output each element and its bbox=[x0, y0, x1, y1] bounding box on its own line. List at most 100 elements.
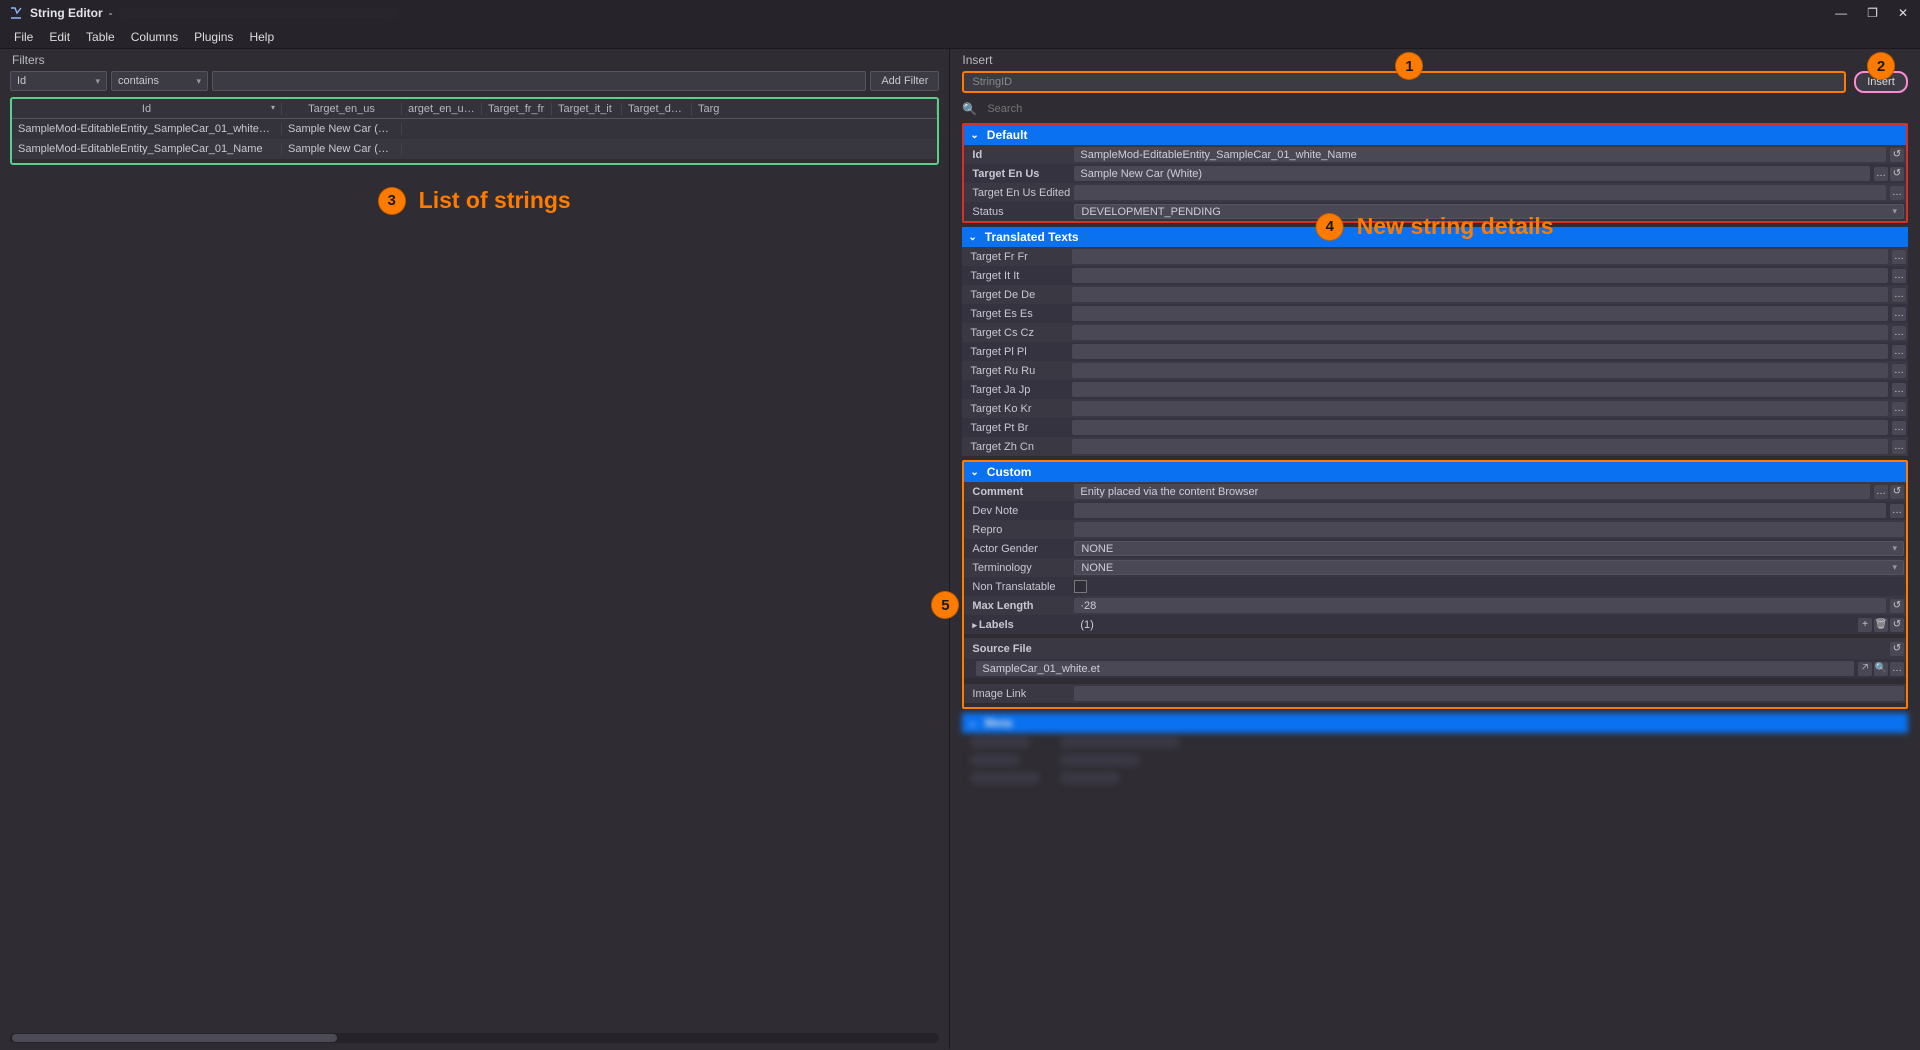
revert-icon[interactable]: ↺ bbox=[1890, 148, 1904, 162]
menu-plugins[interactable]: Plugins bbox=[194, 30, 233, 44]
prop-value-translated[interactable] bbox=[1072, 287, 1888, 302]
col-header-target-en-us-edited[interactable]: arget_en_us_editer bbox=[402, 103, 482, 115]
prop-value-translated[interactable] bbox=[1072, 268, 1888, 283]
window-close-button[interactable]: ✕ bbox=[1894, 4, 1912, 22]
window-minimize-button[interactable]: — bbox=[1831, 4, 1851, 22]
col-header-target-it[interactable]: Target_it_it bbox=[552, 103, 622, 115]
prop-value-translated[interactable] bbox=[1072, 382, 1888, 397]
prop-label-comment: Comment bbox=[972, 486, 1074, 498]
filter-operator-select[interactable]: contains bbox=[111, 71, 208, 91]
filter-value-input[interactable] bbox=[212, 71, 866, 91]
caption-list-of-strings: 3 List of strings bbox=[0, 167, 949, 234]
prop-value-repro[interactable] bbox=[1074, 522, 1904, 537]
revert-icon[interactable]: ↺ bbox=[1890, 599, 1904, 613]
prop-value-translated[interactable] bbox=[1072, 420, 1888, 435]
prop-label-translated: Target Zh Cn bbox=[970, 441, 1072, 453]
col-header-rest[interactable]: Targ bbox=[692, 103, 937, 115]
table-row[interactable]: SampleMod-EditableEntity_SampleCar_01_Na… bbox=[12, 139, 937, 159]
translated-row: Target De De … bbox=[962, 285, 1908, 304]
open-external-icon[interactable]: 🡥 bbox=[1858, 662, 1872, 676]
prop-label-dev-note: Dev Note bbox=[972, 505, 1074, 517]
section-header-custom[interactable]: ⌄ Custom bbox=[964, 462, 1906, 482]
prop-label-translated: Target Fr Fr bbox=[970, 251, 1072, 263]
menu-table[interactable]: Table bbox=[86, 30, 115, 44]
prop-label-translated: Target Ko Kr bbox=[970, 403, 1072, 415]
prop-value-translated[interactable] bbox=[1072, 249, 1888, 264]
prop-label-translated: Target De De bbox=[970, 289, 1072, 301]
translated-row: Target Pl Pl… bbox=[962, 342, 1908, 361]
prop-value-target-en-us[interactable]: Sample New Car (White) bbox=[1074, 166, 1870, 181]
prop-value-translated[interactable] bbox=[1072, 344, 1888, 359]
expand-icon[interactable]: … bbox=[1874, 485, 1888, 499]
menu-file[interactable]: File bbox=[14, 30, 33, 44]
callout-5: 5 bbox=[932, 592, 958, 618]
col-header-target-en-us[interactable]: Target_en_us bbox=[282, 103, 402, 115]
section-default: ⌄ Default Id SampleMod-EditableEntity_Sa… bbox=[962, 123, 1908, 223]
expand-icon[interactable]: … bbox=[1890, 504, 1904, 518]
prop-value-id[interactable]: SampleMod-EditableEntity_SampleCar_01_wh… bbox=[1074, 147, 1886, 162]
prop-value-actor-gender[interactable]: NONE bbox=[1074, 541, 1904, 556]
chevron-down-icon: ⌄ bbox=[970, 467, 978, 478]
window-maximize-button[interactable]: ❐ bbox=[1863, 4, 1882, 22]
menu-help[interactable]: Help bbox=[249, 30, 274, 44]
translated-row: Target Cs Cz… bbox=[962, 323, 1908, 342]
add-icon[interactable]: + bbox=[1858, 618, 1872, 632]
col-header-id[interactable]: Id bbox=[12, 103, 282, 115]
section-header-default[interactable]: ⌄ Default bbox=[964, 125, 1906, 145]
expand-icon[interactable]: … bbox=[1874, 167, 1888, 181]
checkbox-non-translatable[interactable] bbox=[1074, 580, 1087, 593]
remove-icon[interactable]: 🗑 bbox=[1874, 618, 1888, 632]
search-icon[interactable]: 🔍 bbox=[1874, 662, 1888, 676]
col-header-target-de[interactable]: Target_de_de bbox=[622, 103, 692, 115]
expand-icon[interactable]: … bbox=[1890, 662, 1904, 676]
search-input[interactable] bbox=[985, 99, 1908, 119]
prop-value-terminology[interactable]: NONE bbox=[1074, 560, 1904, 575]
expand-icon[interactable]: … bbox=[1892, 364, 1906, 378]
prop-value-translated[interactable] bbox=[1072, 363, 1888, 378]
prop-value-translated[interactable] bbox=[1072, 325, 1888, 340]
add-filter-button[interactable]: Add Filter bbox=[870, 71, 939, 91]
cell-target: Sample New Car (Black) bbox=[282, 143, 402, 155]
prop-value-comment[interactable]: Enity placed via the content Browser bbox=[1074, 484, 1870, 499]
translated-row: Target Fr Fr … bbox=[962, 247, 1908, 266]
expand-icon[interactable]: … bbox=[1892, 345, 1906, 359]
horizontal-scrollbar[interactable] bbox=[10, 1033, 939, 1043]
prop-label-labels[interactable]: Labels bbox=[972, 619, 1074, 631]
prop-value-source-file[interactable]: SampleCar_01_white.et bbox=[976, 661, 1854, 676]
caption-new-string-details: 4 New string details bbox=[1317, 213, 1554, 240]
prop-value-translated[interactable] bbox=[1072, 306, 1888, 321]
prop-value-max-length[interactable]: ·28 bbox=[1074, 598, 1886, 613]
translated-row: Target Ja Jp … bbox=[962, 380, 1908, 399]
menu-columns[interactable]: Columns bbox=[131, 30, 178, 44]
prop-label-non-translatable: Non Translatable bbox=[972, 581, 1074, 593]
prop-label-translated: Target Ru Ru bbox=[970, 365, 1072, 377]
revert-icon[interactable]: ↺ bbox=[1890, 642, 1904, 656]
prop-value-image-link[interactable] bbox=[1074, 686, 1904, 701]
col-header-target-fr[interactable]: Target_fr_fr bbox=[482, 103, 552, 115]
menu-edit[interactable]: Edit bbox=[49, 30, 70, 44]
expand-icon[interactable]: … bbox=[1892, 269, 1906, 283]
prop-value-dev-note[interactable] bbox=[1074, 503, 1886, 518]
expand-icon[interactable]: … bbox=[1892, 307, 1906, 321]
prop-value-translated[interactable] bbox=[1072, 439, 1888, 454]
revert-icon[interactable]: ↺ bbox=[1890, 167, 1904, 181]
prop-value-target-en-us-edited[interactable] bbox=[1074, 185, 1886, 200]
menubar: File Edit Table Columns Plugins Help bbox=[0, 26, 1920, 49]
filter-field-select[interactable]: Id bbox=[10, 71, 107, 91]
expand-icon[interactable]: … bbox=[1892, 288, 1906, 302]
expand-icon[interactable]: … bbox=[1892, 326, 1906, 340]
expand-icon[interactable]: … bbox=[1892, 250, 1906, 264]
expand-icon[interactable]: … bbox=[1892, 440, 1906, 454]
expand-icon[interactable]: … bbox=[1892, 383, 1906, 397]
expand-icon[interactable]: … bbox=[1892, 402, 1906, 416]
callout-3: 3 bbox=[379, 188, 405, 214]
expand-icon[interactable]: … bbox=[1892, 421, 1906, 435]
left-pane: Filters Id contains Add Filter Id Target… bbox=[0, 49, 950, 1049]
revert-icon[interactable]: ↺ bbox=[1890, 618, 1904, 632]
revert-icon[interactable]: ↺ bbox=[1890, 485, 1904, 499]
prop-value-translated[interactable] bbox=[1072, 401, 1888, 416]
table-row[interactable]: SampleMod-EditableEntity_SampleCar_01_wh… bbox=[12, 119, 937, 139]
expand-icon[interactable]: … bbox=[1890, 186, 1904, 200]
cell-id: SampleMod-EditableEntity_SampleCar_01_wh… bbox=[12, 123, 282, 135]
prop-label-translated: Target Ja Jp bbox=[970, 384, 1072, 396]
